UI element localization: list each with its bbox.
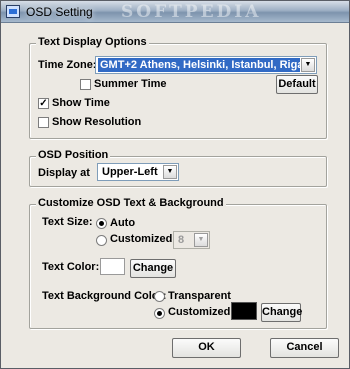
text-color-change-button[interactable]: Change: [130, 259, 176, 278]
text-size-value: 8: [178, 234, 185, 246]
text-size-customized-radio[interactable]: [96, 235, 107, 246]
ok-button[interactable]: OK: [172, 338, 241, 358]
text-size-auto-label: Auto: [110, 217, 136, 229]
time-zone-label: Time Zone:: [38, 59, 97, 71]
default-button[interactable]: Default: [276, 75, 318, 94]
text-size-label: Text Size:: [42, 216, 93, 228]
osd-setting-window: OSD Setting SOFTPEDIA Text Display Optio…: [0, 0, 350, 369]
background-customized-label: Customized: [168, 306, 231, 318]
display-at-value: Upper-Left: [102, 166, 158, 178]
show-resolution-checkbox[interactable]: [38, 117, 49, 128]
text-color-label: Text Color:: [42, 261, 100, 273]
title-bar[interactable]: OSD Setting SOFTPEDIA: [1, 1, 349, 23]
watermark: SOFTPEDIA: [121, 2, 262, 22]
display-at-label: Display at: [38, 167, 90, 179]
group-title-osd-position: OSD Position: [36, 149, 111, 161]
time-zone-dropdown[interactable]: GMT+2 Athens, Helsinki, Istanbul, Riga ▼: [95, 56, 317, 74]
text-background-color-label: Text Background Color:: [42, 290, 167, 302]
background-customized-radio[interactable]: [154, 308, 165, 319]
text-size-dropdown[interactable]: 8 ▼: [173, 231, 210, 249]
cancel-button[interactable]: Cancel: [270, 338, 339, 358]
background-color-swatch: [231, 302, 257, 320]
show-time-checkbox[interactable]: ✓: [38, 98, 49, 109]
show-time-label: Show Time: [52, 97, 110, 109]
text-size-customized-label: Customized: [110, 233, 173, 245]
window-title: OSD Setting: [26, 5, 93, 19]
app-window-icon: [6, 5, 20, 18]
chevron-down-icon[interactable]: ▼: [163, 165, 177, 179]
transparent-radio[interactable]: [154, 291, 165, 302]
transparent-label: Transparent: [168, 290, 231, 302]
time-zone-value: GMT+2 Athens, Helsinki, Istanbul, Riga: [98, 58, 300, 72]
chevron-down-icon[interactable]: ▼: [301, 58, 315, 72]
group-title-customize: Customize OSD Text & Background: [36, 197, 226, 209]
summer-time-checkbox[interactable]: [80, 79, 91, 90]
text-color-swatch: [100, 258, 125, 275]
group-title-text-display: Text Display Options: [36, 36, 149, 48]
summer-time-label: Summer Time: [94, 78, 167, 90]
display-at-dropdown[interactable]: Upper-Left ▼: [97, 163, 179, 181]
chevron-down-icon[interactable]: ▼: [194, 233, 208, 247]
show-resolution-label: Show Resolution: [52, 116, 142, 128]
background-color-change-button[interactable]: Change: [261, 303, 302, 322]
text-size-auto-radio[interactable]: [96, 218, 107, 229]
